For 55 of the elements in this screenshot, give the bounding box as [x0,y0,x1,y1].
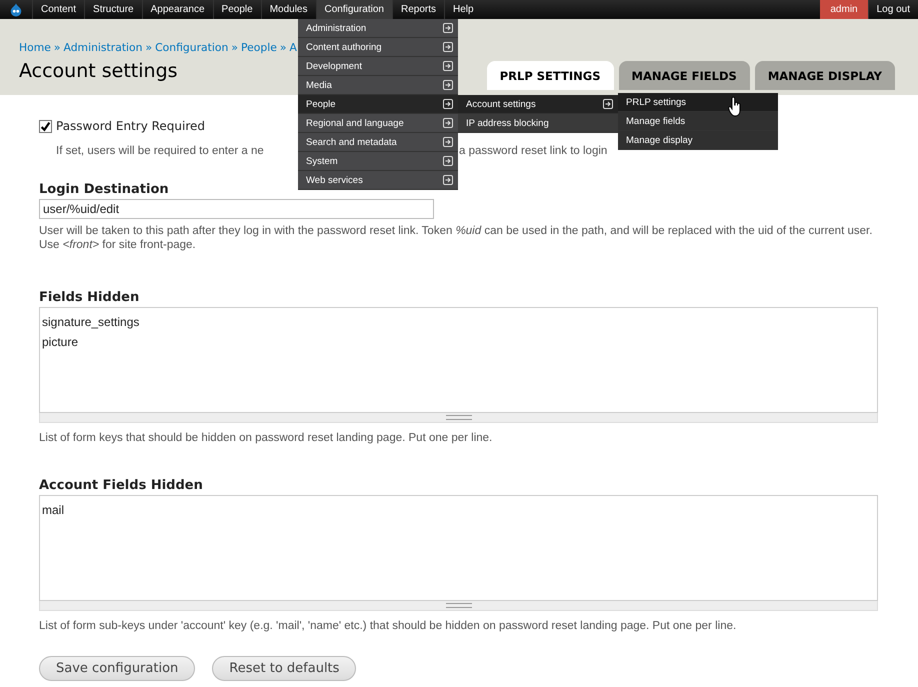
menu-item[interactable]: PRLP settings [618,93,778,112]
page-title: Account settings [19,60,178,82]
toolbar-link[interactable]: Configuration [316,0,392,19]
breadcrumb-link[interactable]: A [289,41,297,54]
menu-item[interactable]: Account settings [458,95,618,114]
field-description: a password reset link to login [459,144,608,158]
arrow-icon [443,118,453,128]
breadcrumb-separator: » [54,41,60,54]
field-label: Fields Hidden [39,290,140,305]
arrow-icon [443,42,453,52]
arrow-icon [443,99,453,109]
checkbox[interactable] [39,120,52,132]
field-description: List of form keys that should be hidden on password reset landing page. Put one per line. [39,431,494,445]
menu-item[interactable]: Development [298,57,458,76]
text-area[interactable]: mail [39,495,878,601]
menu-item[interactable]: Content authoring [298,38,458,57]
arrow-icon [443,137,453,147]
breadcrumb-link[interactable]: Administration [64,41,143,54]
form-button[interactable]: Save configuration [39,656,196,681]
user-link[interactable]: admin [820,0,868,19]
tab[interactable]: MANAGE FIELDS [618,61,750,90]
breadcrumb-link[interactable]: People [240,41,277,54]
tab[interactable]: MANAGE DISPLAY [754,61,895,90]
menu-item[interactable]: Search and metadata [298,133,458,152]
field-description: If set, users will be required to enter a ne [56,144,265,158]
arrow-icon [443,61,453,71]
arrow-icon [443,80,453,90]
arrow-icon [443,23,453,33]
text-area[interactable]: signature_settings picture [39,307,878,413]
breadcrumb-link[interactable]: Home [19,41,51,54]
menu-item[interactable]: System [298,152,458,171]
resize-handle[interactable] [39,413,878,423]
text-field[interactable]: user/%uid/edit [39,199,434,219]
menu-item[interactable]: Manage display [618,131,778,150]
checkbox-label: Password Entry Required [56,119,206,133]
breadcrumb-separator: » [280,41,286,54]
arrow-icon [603,99,613,109]
form-button[interactable]: Reset to defaults [212,656,356,681]
field-description: List of form sub-keys under 'account' key (e.g. 'mail', 'name' etc.) that should be hidden on password reset landing page. Put one per line. [39,619,738,633]
field-label: Account Fields Hidden [39,478,203,493]
tab[interactable]: PRLP SETTINGS [486,61,614,90]
menu-item[interactable]: Web services [298,171,458,190]
field-label: Login Destination [39,182,169,197]
arrow-icon [443,175,453,185]
menu-item[interactable]: Administration [298,19,458,38]
hand-cursor-icon [728,97,742,117]
breadcrumb-separator: » [146,41,152,54]
menu-item[interactable]: People [298,95,458,114]
arrow-icon [443,156,453,166]
resize-handle[interactable] [39,601,878,611]
breadcrumb-separator: » [231,41,238,54]
drop-logo-icon[interactable] [9,2,23,17]
breadcrumb-link[interactable]: Configuration [155,41,228,54]
menu-item[interactable]: Regional and language [298,114,458,133]
field-description: User will be taken to this path after they log in with the password reset link. Token %uid can be used in the path, and will be replaced with the uid of the current user. Use <front> for site front-page. [39,224,874,252]
